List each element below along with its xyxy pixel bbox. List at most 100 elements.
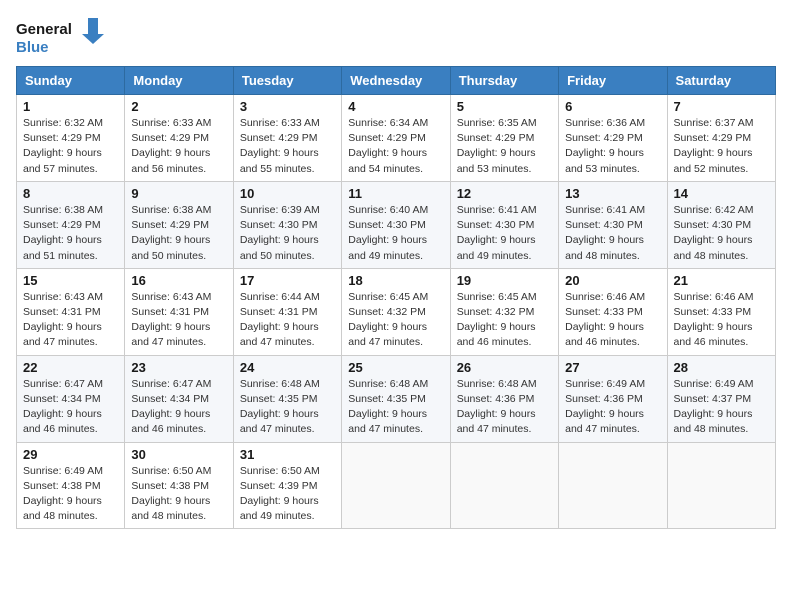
day-info: Sunrise: 6:44 AMSunset: 4:31 PMDaylight:… [240,290,335,351]
day-number: 13 [565,186,660,201]
calendar-cell: 3 Sunrise: 6:33 AMSunset: 4:29 PMDaylight… [233,95,341,182]
calendar-week-row: 29Sunrise: 6:49 AMSunset: 4:38 PMDayligh… [17,442,776,529]
calendar-cell: 18 Sunrise: 6:45 AMSunset: 4:32 PMDayligh… [342,268,450,355]
calendar-cell: 24 Sunrise: 6:48 AMSunset: 4:35 PMDayligh… [233,355,341,442]
day-number: 31 [240,447,335,462]
calendar-cell: 1Sunrise: 6:32 AMSunset: 4:29 PMDaylight… [17,95,125,182]
calendar-cell [667,442,775,529]
calendar-table: SundayMondayTuesdayWednesdayThursdayFrid… [16,66,776,529]
calendar-week-row: 1Sunrise: 6:32 AMSunset: 4:29 PMDaylight… [17,95,776,182]
calendar-cell: 9Sunrise: 6:38 AMSunset: 4:29 PMDaylight… [125,181,233,268]
day-info: Sunrise: 6:34 AMSunset: 4:29 PMDaylight:… [348,116,443,177]
day-header: Thursday [450,67,558,95]
day-info: Sunrise: 6:48 AMSunset: 4:35 PMDaylight:… [348,377,443,438]
day-info: Sunrise: 6:37 AMSunset: 4:29 PMDaylight:… [674,116,769,177]
day-info: Sunrise: 6:42 AMSunset: 4:30 PMDaylight:… [674,203,769,264]
day-number: 8 [23,186,118,201]
day-number: 6 [565,99,660,114]
day-info: Sunrise: 6:46 AMSunset: 4:33 PMDaylight:… [565,290,660,351]
day-number: 16 [131,273,226,288]
day-number: 15 [23,273,118,288]
calendar-cell: 2Sunrise: 6:33 AMSunset: 4:29 PMDaylight… [125,95,233,182]
calendar-cell: 11 Sunrise: 6:40 AMSunset: 4:30 PMDayligh… [342,181,450,268]
day-number: 14 [674,186,769,201]
day-info: Sunrise: 6:45 AMSunset: 4:32 PMDaylight:… [348,290,443,351]
day-info: Sunrise: 6:48 AMSunset: 4:36 PMDaylight:… [457,377,552,438]
day-info: Sunrise: 6:49 AMSunset: 4:37 PMDaylight:… [674,377,769,438]
day-number: 28 [674,360,769,375]
day-info: Sunrise: 6:43 AMSunset: 4:31 PMDaylight:… [131,290,226,351]
day-info: Sunrise: 6:50 AMSunset: 4:38 PMDaylight:… [131,464,226,525]
day-info: Sunrise: 6:45 AMSunset: 4:32 PMDaylight:… [457,290,552,351]
day-number: 30 [131,447,226,462]
day-info: Sunrise: 6:47 AMSunset: 4:34 PMDaylight:… [131,377,226,438]
day-number: 5 [457,99,552,114]
day-info: Sunrise: 6:40 AMSunset: 4:30 PMDaylight:… [348,203,443,264]
day-info: Sunrise: 6:39 AMSunset: 4:30 PMDaylight:… [240,203,335,264]
day-number: 17 [240,273,335,288]
day-info: Sunrise: 6:48 AMSunset: 4:35 PMDaylight:… [240,377,335,438]
day-number: 3 [240,99,335,114]
day-number: 18 [348,273,443,288]
day-number: 19 [457,273,552,288]
calendar-cell: 19 Sunrise: 6:45 AMSunset: 4:32 PMDayligh… [450,268,558,355]
calendar-cell: 10 Sunrise: 6:39 AMSunset: 4:30 PMDayligh… [233,181,341,268]
calendar-cell: 22 Sunrise: 6:47 AMSunset: 4:34 PMDayligh… [17,355,125,442]
calendar-cell: 15 Sunrise: 6:43 AMSunset: 4:31 PMDayligh… [17,268,125,355]
day-info: Sunrise: 6:35 AMSunset: 4:29 PMDaylight:… [457,116,552,177]
day-number: 23 [131,360,226,375]
calendar-cell: 23 Sunrise: 6:47 AMSunset: 4:34 PMDayligh… [125,355,233,442]
calendar-cell: 25Sunrise: 6:48 AMSunset: 4:35 PMDayligh… [342,355,450,442]
day-number: 12 [457,186,552,201]
day-header: Wednesday [342,67,450,95]
day-number: 29 [23,447,118,462]
calendar-week-row: 15 Sunrise: 6:43 AMSunset: 4:31 PMDayligh… [17,268,776,355]
calendar-cell [450,442,558,529]
calendar-cell: 13 Sunrise: 6:41 AMSunset: 4:30 PMDayligh… [559,181,667,268]
day-number: 20 [565,273,660,288]
calendar-cell: 8 Sunrise: 6:38 AMSunset: 4:29 PMDaylight… [17,181,125,268]
calendar-cell: 14 Sunrise: 6:42 AMSunset: 4:30 PMDayligh… [667,181,775,268]
day-info: Sunrise: 6:43 AMSunset: 4:31 PMDaylight:… [23,290,118,351]
calendar-cell: 29Sunrise: 6:49 AMSunset: 4:38 PMDayligh… [17,442,125,529]
day-info: Sunrise: 6:38 AMSunset: 4:29 PMDaylight:… [131,203,226,264]
calendar-cell: 12 Sunrise: 6:41 AMSunset: 4:30 PMDayligh… [450,181,558,268]
day-number: 11 [348,186,443,201]
day-info: Sunrise: 6:47 AMSunset: 4:34 PMDaylight:… [23,377,118,438]
day-number: 4 [348,99,443,114]
calendar-body: 1Sunrise: 6:32 AMSunset: 4:29 PMDaylight… [17,95,776,529]
calendar-cell: 26Sunrise: 6:48 AMSunset: 4:36 PMDayligh… [450,355,558,442]
day-info: Sunrise: 6:33 AMSunset: 4:29 PMDaylight:… [240,116,335,177]
day-info: Sunrise: 6:49 AMSunset: 4:36 PMDaylight:… [565,377,660,438]
day-info: Sunrise: 6:36 AMSunset: 4:29 PMDaylight:… [565,116,660,177]
calendar-cell: 21Sunrise: 6:46 AMSunset: 4:33 PMDayligh… [667,268,775,355]
day-info: Sunrise: 6:41 AMSunset: 4:30 PMDaylight:… [457,203,552,264]
calendar-cell: 27Sunrise: 6:49 AMSunset: 4:36 PMDayligh… [559,355,667,442]
day-header: Friday [559,67,667,95]
day-number: 24 [240,360,335,375]
day-header: Sunday [17,67,125,95]
day-number: 22 [23,360,118,375]
day-info: Sunrise: 6:50 AMSunset: 4:39 PMDaylight:… [240,464,335,525]
day-info: Sunrise: 6:41 AMSunset: 4:30 PMDaylight:… [565,203,660,264]
svg-text:Blue: Blue [16,39,49,56]
calendar-cell [342,442,450,529]
calendar-cell: 31 Sunrise: 6:50 AMSunset: 4:39 PMDayligh… [233,442,341,529]
calendar-cell: 30 Sunrise: 6:50 AMSunset: 4:38 PMDayligh… [125,442,233,529]
calendar-cell: 7 Sunrise: 6:37 AMSunset: 4:29 PMDaylight… [667,95,775,182]
day-info: Sunrise: 6:32 AMSunset: 4:29 PMDaylight:… [23,116,118,177]
logo-svg: General Blue [16,16,106,58]
day-number: 7 [674,99,769,114]
calendar-cell: 20 Sunrise: 6:46 AMSunset: 4:33 PMDayligh… [559,268,667,355]
day-number: 10 [240,186,335,201]
calendar-cell: 28 Sunrise: 6:49 AMSunset: 4:37 PMDayligh… [667,355,775,442]
calendar-header-row: SundayMondayTuesdayWednesdayThursdayFrid… [17,67,776,95]
calendar-cell: 4 Sunrise: 6:34 AMSunset: 4:29 PMDaylight… [342,95,450,182]
day-info: Sunrise: 6:33 AMSunset: 4:29 PMDaylight:… [131,116,226,177]
calendar-cell: 16 Sunrise: 6:43 AMSunset: 4:31 PMDayligh… [125,268,233,355]
day-info: Sunrise: 6:38 AMSunset: 4:29 PMDaylight:… [23,203,118,264]
calendar-week-row: 8 Sunrise: 6:38 AMSunset: 4:29 PMDaylight… [17,181,776,268]
page-header: General Blue [16,16,776,58]
svg-text:General: General [16,21,72,38]
calendar-cell: 6 Sunrise: 6:36 AMSunset: 4:29 PMDaylight… [559,95,667,182]
